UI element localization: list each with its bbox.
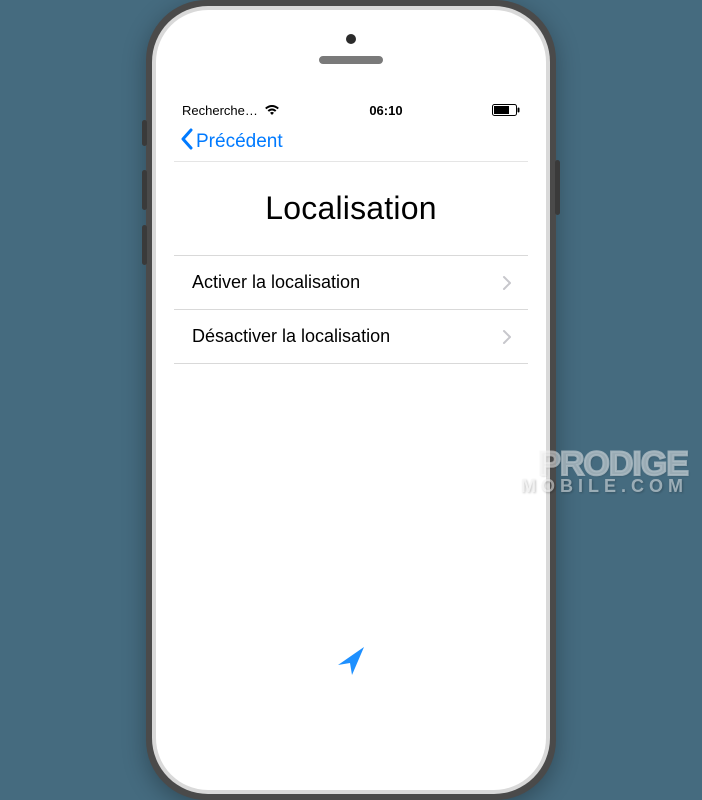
page-title: Localisation bbox=[174, 162, 528, 255]
content-area: Localisation Activer la localisation D bbox=[174, 162, 528, 690]
volume-down-button bbox=[142, 225, 147, 265]
phone-sensors bbox=[156, 10, 546, 90]
carrier-label: Recherche… bbox=[182, 103, 258, 118]
settings-list: Activer la localisation Désactiver la lo… bbox=[174, 255, 528, 364]
chevron-right-icon bbox=[502, 275, 512, 291]
list-item-label: Activer la localisation bbox=[192, 272, 360, 293]
wifi-icon bbox=[264, 104, 280, 116]
status-time: 06:10 bbox=[369, 103, 402, 118]
volume-up-button bbox=[142, 170, 147, 210]
phone-frame: Recherche… 06:10 bbox=[146, 0, 556, 800]
power-button bbox=[555, 160, 560, 215]
list-item-activate-location[interactable]: Activer la localisation bbox=[174, 256, 528, 310]
location-arrow-icon bbox=[332, 641, 370, 684]
navigation-bar: Précédent bbox=[174, 122, 528, 162]
back-label: Précédent bbox=[196, 131, 283, 153]
speaker-icon bbox=[319, 56, 383, 64]
mute-switch bbox=[142, 120, 147, 146]
watermark: PRODIGE MOBILE.COM bbox=[521, 449, 688, 494]
battery-icon bbox=[492, 104, 520, 116]
chevron-right-icon bbox=[502, 329, 512, 345]
back-button[interactable]: Précédent bbox=[180, 128, 283, 156]
screen: Recherche… 06:10 bbox=[174, 98, 528, 690]
list-item-deactivate-location[interactable]: Désactiver la localisation bbox=[174, 310, 528, 364]
camera-icon bbox=[346, 34, 356, 44]
chevron-left-icon bbox=[180, 128, 194, 156]
status-bar: Recherche… 06:10 bbox=[174, 98, 528, 122]
watermark-line2: MOBILE.COM bbox=[521, 478, 688, 494]
list-item-label: Désactiver la localisation bbox=[192, 326, 390, 347]
